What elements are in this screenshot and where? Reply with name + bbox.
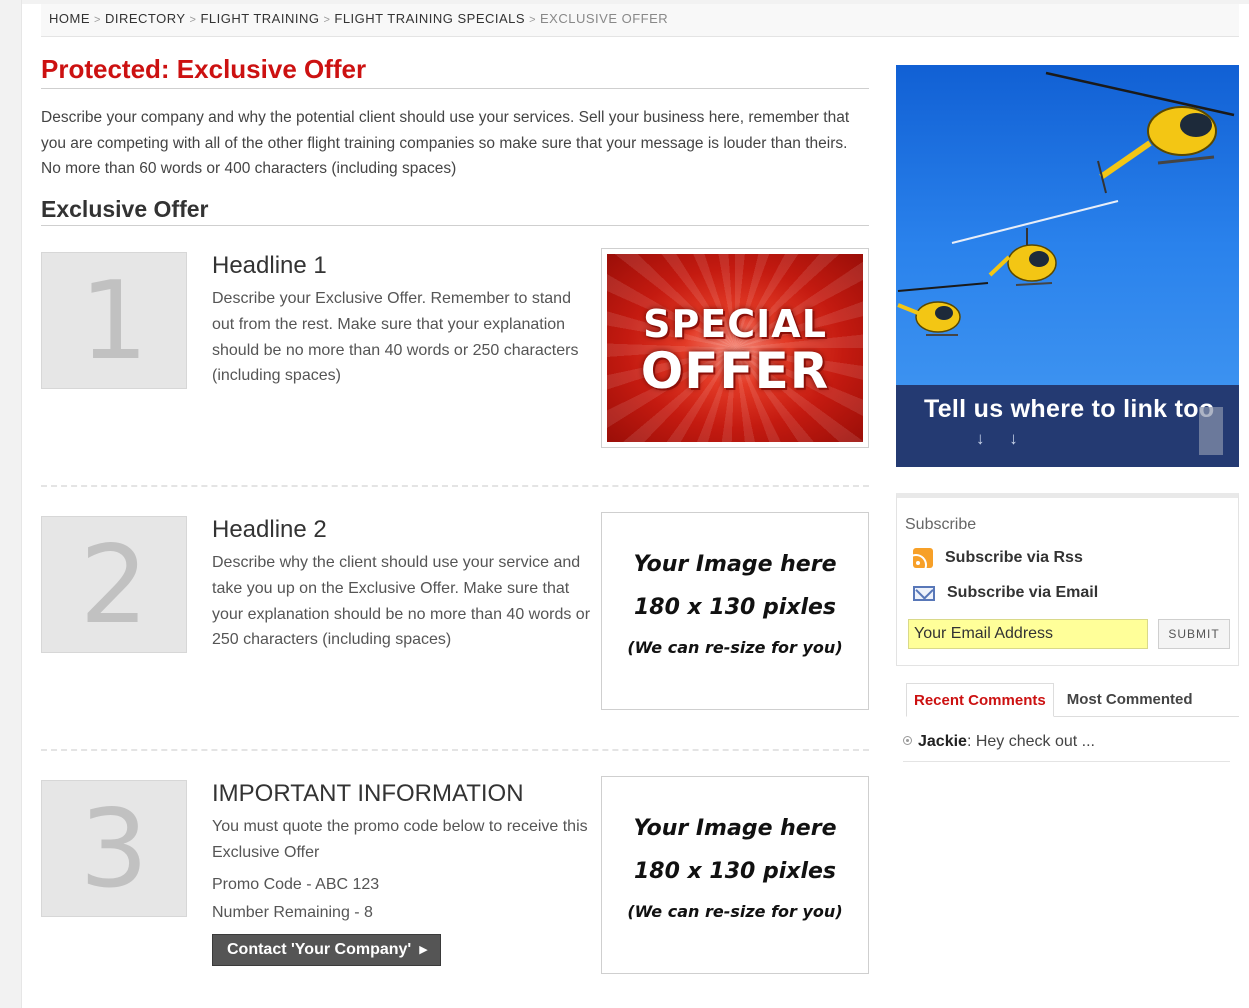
subscribe-email-link[interactable]: Subscribe via Email (913, 584, 1098, 602)
offer-divider (41, 749, 869, 751)
tab-recent-comments[interactable]: Recent Comments (906, 683, 1054, 717)
section-title: Exclusive Offer (41, 196, 869, 226)
breadcrumb-home[interactable]: HOME (49, 11, 90, 26)
special-offer-line1: SPECIAL (643, 302, 827, 346)
comment-author: Jackie (918, 733, 967, 750)
breadcrumb-directory[interactable]: DIRECTORY (105, 11, 186, 26)
offer-headline: Headline 1 (212, 252, 327, 279)
placeholder-note: (We can re-size for you) (627, 638, 843, 657)
subscribe-widget: Subscribe Subscribe via Rss Subscribe vi… (896, 493, 1239, 666)
offer-divider (41, 485, 869, 487)
promo-code: Promo Code - ABC 123 (212, 875, 380, 893)
comment-item[interactable]: Jackie: Hey check out ... (903, 733, 1230, 762)
intro-paragraph: Describe your company and why the potent… (41, 109, 850, 177)
breadcrumb: HOME > DIRECTORY > FLIGHT TRAINING > FLIGHT TR… (41, 4, 1239, 37)
breadcrumb-separator: > (189, 14, 197, 26)
breadcrumb-separator: > (323, 14, 331, 26)
rss-icon (913, 548, 933, 568)
image-placeholder: Your Image here 180 x 130 pixles (We can… (601, 512, 869, 710)
offer-headline: IMPORTANT INFORMATION (212, 780, 524, 807)
subscribe-rss-link[interactable]: Subscribe via Rss (913, 548, 1083, 568)
mail-icon (913, 585, 935, 601)
helicopter-icon (951, 200, 1119, 286)
offer-description: Describe your Exclusive Offer. Remember … (212, 290, 579, 385)
breadcrumb-flight-training[interactable]: FLIGHT TRAINING (200, 11, 319, 26)
ad-caption: Tell us where to link too (924, 395, 1215, 423)
page-title: Protected: Exclusive Offer (41, 54, 869, 89)
offer-number: 1 (41, 252, 187, 389)
left-rail (0, 0, 22, 1008)
arrow-down-icon: ↓ ↓ (976, 429, 1028, 448)
offer-text: Headline 1 Describe your Exclusive Offer… (212, 248, 590, 389)
special-offer-image: SPECIAL OFFER (601, 248, 869, 448)
helicopter-ad-banner[interactable]: Tell us where to link too ↓ ↓ (896, 65, 1239, 467)
placeholder-size: 180 x 130 pixles (633, 859, 837, 884)
number-remaining: Number Remaining - 8 (212, 903, 373, 921)
subscribe-email-label: Subscribe via Email (947, 584, 1099, 601)
ad-scroll-handle[interactable] (1199, 407, 1223, 455)
bullet-icon (903, 736, 912, 745)
placeholder-title: Your Image here (633, 552, 837, 577)
offer-description: Describe why the client should use your … (212, 554, 591, 649)
offer-text: Headline 2 Describe why the client shoul… (212, 512, 590, 653)
subscribe-title: Subscribe (905, 516, 977, 533)
placeholder-title: Your Image here (633, 816, 837, 841)
contact-company-button[interactable]: Contact 'Your Company' ▶ (212, 933, 441, 966)
breadcrumb-separator: > (529, 14, 537, 26)
special-offer-graphic: SPECIAL OFFER (607, 254, 863, 442)
placeholder-size: 180 x 130 pixles (633, 595, 837, 620)
comment-text: : Hey check out ... (966, 733, 1095, 750)
offer-headline: Headline 2 (212, 516, 327, 543)
email-input[interactable] (908, 619, 1148, 649)
comments-tabs: Recent Comments Most Commented (906, 683, 1239, 717)
special-offer-line2: OFFER (640, 342, 830, 400)
offer-text: IMPORTANT INFORMATION You must quote the… (212, 776, 590, 966)
image-placeholder: Your Image here 180 x 130 pixles (We can… (601, 776, 869, 974)
breadcrumb-current: EXCLUSIVE OFFER (540, 11, 669, 26)
subscribe-rss-label: Subscribe via Rss (945, 549, 1083, 566)
submit-button[interactable]: SUBMIT (1158, 619, 1230, 649)
offer-number: 2 (41, 516, 187, 653)
breadcrumb-flight-training-specials[interactable]: FLIGHT TRAINING SPECIALS (334, 11, 525, 26)
offer-description: You must quote the promo code below to r… (212, 818, 588, 861)
helicopter-icon (897, 282, 989, 336)
placeholder-note: (We can re-size for you) (627, 902, 843, 921)
helicopters-graphic (897, 71, 1235, 336)
helicopter-icon (1045, 71, 1235, 194)
tab-most-commented[interactable]: Most Commented (1060, 683, 1200, 717)
breadcrumb-separator: > (94, 14, 101, 26)
offer-number: 3 (41, 780, 187, 917)
contact-button-label: Contact 'Your Company' (227, 940, 412, 958)
main-content: Protected: Exclusive Offer Describe your… (41, 54, 869, 226)
chevron-right-icon: ▶ (419, 943, 428, 956)
